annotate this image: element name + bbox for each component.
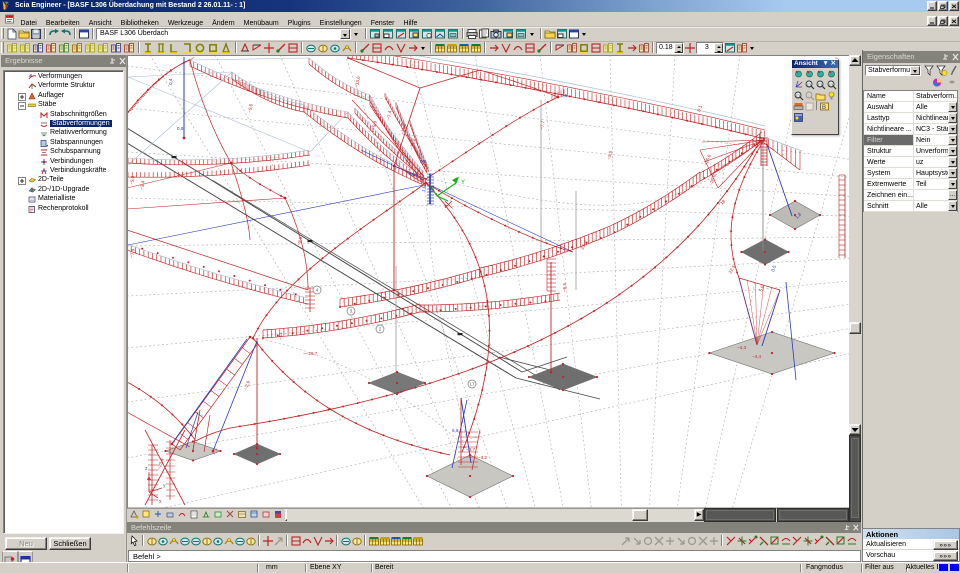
svg-text:−4,3: −4,3 — [737, 345, 747, 350]
svg-text:0,5: 0,5 — [420, 159, 427, 164]
svg-text:Y: Y — [461, 180, 465, 186]
svg-text:6,9: 6,9 — [452, 428, 459, 433]
svg-text:−4,4: −4,4 — [752, 354, 762, 359]
svg-text:−0,8: −0,8 — [408, 172, 418, 177]
svg-text:0,5: 0,5 — [561, 93, 568, 98]
svg-text:−6,5: −6,5 — [562, 282, 567, 292]
svg-text:−3,2: −3,2 — [478, 455, 488, 460]
svg-text:−11: −11 — [278, 332, 283, 340]
svg-text:17: 17 — [469, 382, 475, 387]
svg-text:0,8: 0,8 — [177, 126, 184, 131]
svg-text:0,4: 0,4 — [168, 78, 173, 85]
svg-text:−3,7: −3,7 — [466, 447, 476, 452]
svg-text:B: B — [822, 105, 826, 111]
svg-text:~−26,7: ~−26,7 — [303, 351, 318, 356]
